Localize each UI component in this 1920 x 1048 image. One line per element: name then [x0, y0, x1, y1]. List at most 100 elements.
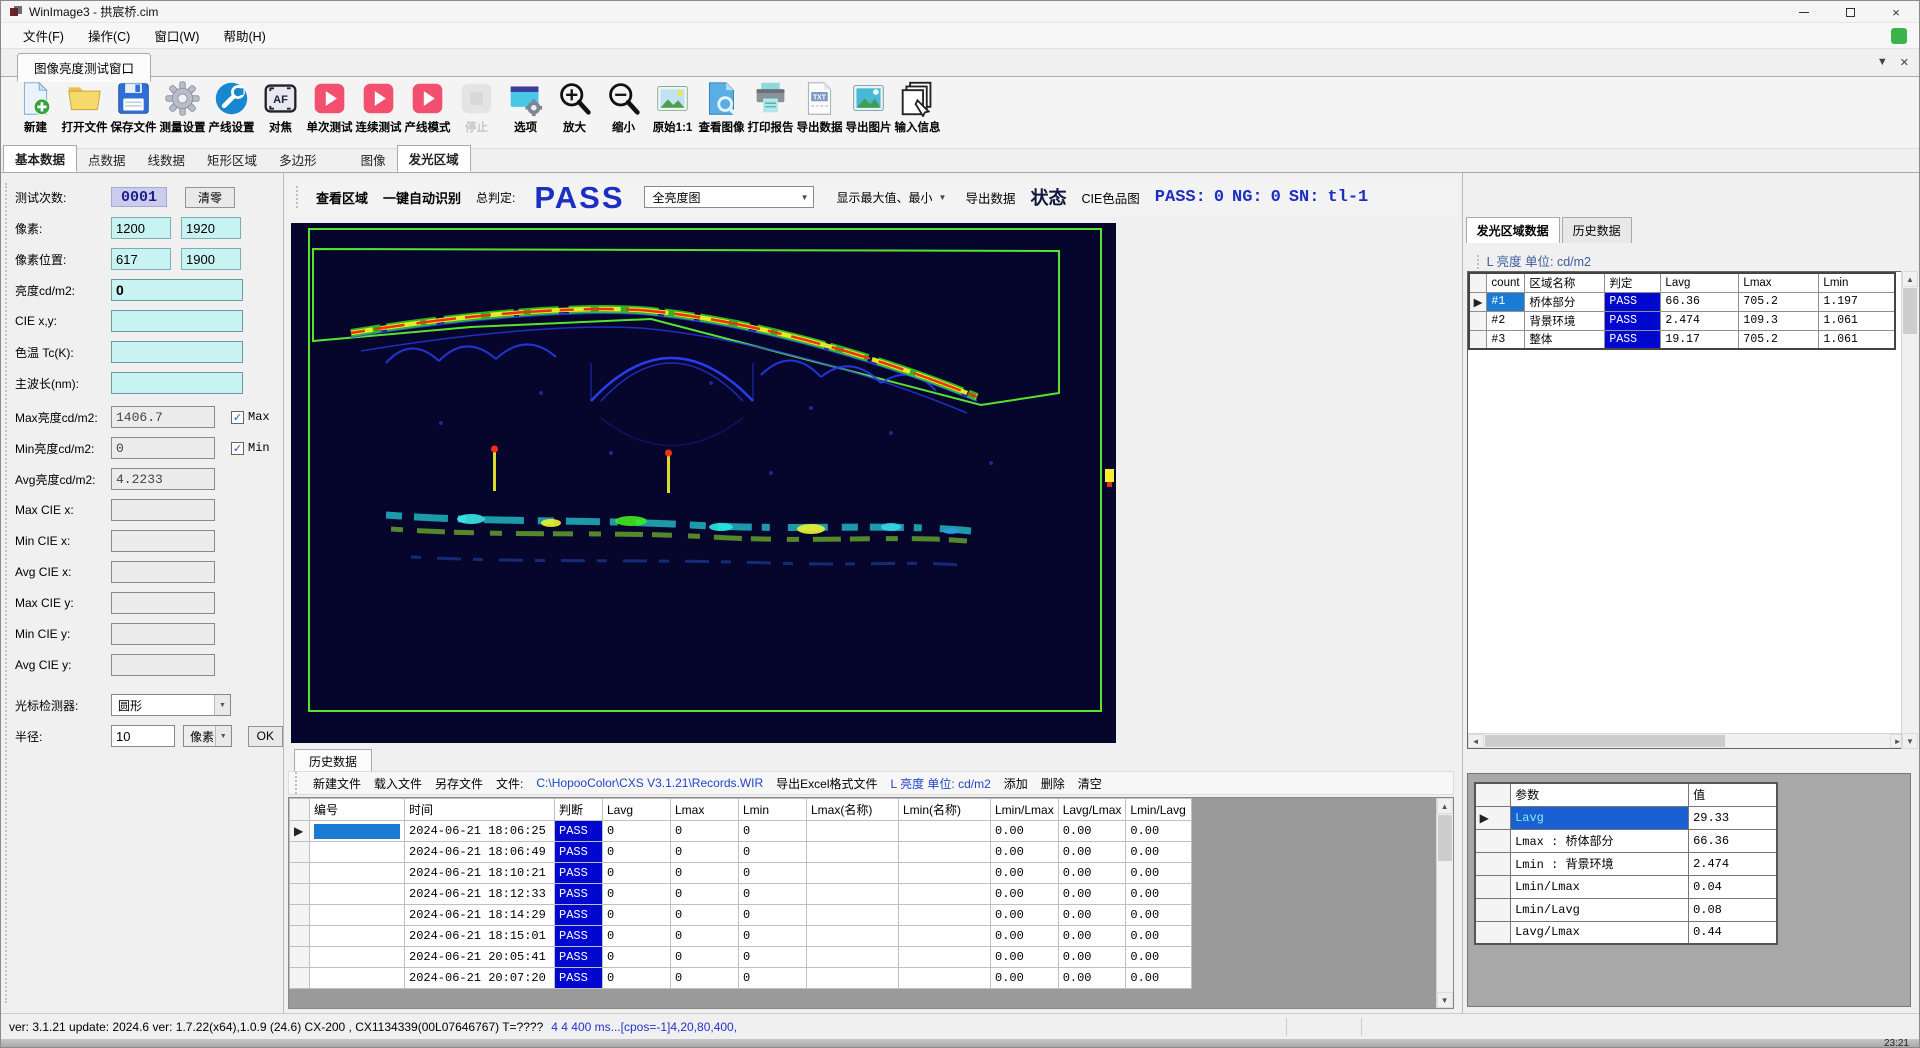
- minimize-button[interactable]: [1781, 1, 1827, 23]
- scroll-down-icon[interactable]: ▼: [1437, 992, 1453, 1008]
- scroll-up-icon[interactable]: ▲: [1437, 798, 1453, 814]
- parameter-table-row[interactable]: Lmin/Lmax0.04: [1475, 875, 1777, 898]
- toolbar-grip[interactable]: [295, 772, 298, 794]
- subtab-image[interactable]: 图像: [350, 147, 397, 172]
- menu-help[interactable]: 帮助(H): [211, 22, 277, 49]
- luminance-image-canvas[interactable]: [291, 223, 1116, 743]
- pair-input[interactable]: [111, 248, 171, 270]
- load-file-button[interactable]: 载入文件: [374, 775, 422, 792]
- status-button[interactable]: 状态: [1030, 184, 1066, 210]
- history-table-row[interactable]: 2024-06-21 18:10:21PASS0000.000.000.00: [290, 863, 1192, 884]
- radius-input[interactable]: [111, 725, 175, 747]
- scroll-up-icon[interactable]: ▲: [1902, 271, 1918, 287]
- cyan-input[interactable]: [111, 279, 243, 301]
- tool-options[interactable]: 选项: [501, 77, 550, 148]
- history-table-row[interactable]: 2024-06-21 18:15:01PASS0000.000.000.00: [290, 926, 1192, 947]
- tool-autofocus[interactable]: AF对焦: [256, 77, 305, 148]
- subtab-point-data[interactable]: 点数据: [77, 147, 137, 172]
- tool-wrench-circle[interactable]: 产线设置: [207, 77, 256, 148]
- gray-readout[interactable]: [111, 561, 215, 583]
- tab-list-dropdown-icon[interactable]: ▼: [1877, 56, 1888, 69]
- parameter-table-row[interactable]: Lmax : 桥体部分66.36: [1475, 829, 1777, 852]
- tool-view-image[interactable]: 查看图像: [697, 77, 746, 148]
- region-table-row[interactable]: #3整体PASS19.17705.21.061: [1469, 330, 1895, 349]
- tool-play-continuous[interactable]: 连续测试: [354, 77, 403, 148]
- tool-zoom-out[interactable]: 缩小: [599, 77, 648, 148]
- scroll-left-icon[interactable]: ◄: [1468, 734, 1484, 748]
- view-region-button[interactable]: 查看区域: [316, 188, 368, 207]
- display-mode-select[interactable]: 显示最大值、最小 ▼: [829, 186, 951, 208]
- gray-readout[interactable]: [111, 530, 215, 552]
- export-data-button[interactable]: 导出数据: [965, 188, 1015, 207]
- cursor-detector-select[interactable]: 圆形▼: [111, 694, 231, 716]
- gray-readout[interactable]: [111, 592, 215, 614]
- history-table-row[interactable]: 2024-06-21 20:05:41PASS0000.000.000.00: [290, 947, 1192, 968]
- subtab-basic-data[interactable]: 基本数据: [3, 145, 77, 172]
- checkbox-min[interactable]: ✓: [231, 441, 244, 455]
- cyan-input[interactable]: [111, 341, 243, 363]
- gray-readout[interactable]: [111, 654, 215, 676]
- tool-input-info[interactable]: 输入信息: [893, 77, 942, 148]
- parameter-table-row[interactable]: Lmin : 背景环境2.474: [1475, 852, 1777, 875]
- tool-measure-gear[interactable]: 测量设置: [158, 77, 207, 148]
- new-file-button[interactable]: 新建文件: [313, 775, 361, 792]
- gray-readout[interactable]: [111, 437, 215, 459]
- scrollbar-thumb[interactable]: [1903, 288, 1917, 334]
- tab-history-data-right[interactable]: 历史数据: [1562, 217, 1632, 243]
- tool-open-folder[interactable]: 打开文件: [60, 77, 109, 148]
- subtab-polygon[interactable]: 多边形: [268, 147, 328, 172]
- auto-detect-button[interactable]: 一键自动识别: [383, 188, 461, 207]
- pair-input[interactable]: [181, 248, 241, 270]
- menu-file[interactable]: 文件(F): [11, 22, 76, 49]
- scroll-down-icon[interactable]: ▼: [1902, 733, 1918, 749]
- history-table-row[interactable]: 2024-06-21 18:14:29PASS0000.000.000.00: [290, 905, 1192, 926]
- tool-play-line[interactable]: 产线模式: [403, 77, 452, 148]
- scrollbar-thumb[interactable]: [1438, 815, 1452, 861]
- tool-play-single[interactable]: 单次测试: [305, 77, 354, 148]
- gray-readout[interactable]: [111, 623, 215, 645]
- tool-export-image[interactable]: 导出图片: [844, 77, 893, 148]
- toolbar-grip[interactable]: [296, 186, 299, 208]
- parameter-table-row[interactable]: Lavg/Lmax0.44: [1475, 921, 1777, 944]
- menu-window[interactable]: 窗口(W): [142, 22, 211, 49]
- tool-image-original[interactable]: 原始1:1: [648, 77, 697, 148]
- region-table-row[interactable]: ▶#1桥体部分PASS66.36705.21.197: [1469, 292, 1895, 311]
- ok-button[interactable]: OK: [248, 726, 283, 747]
- tab-image-brightness-test[interactable]: 图像亮度测试窗口: [17, 53, 151, 82]
- brightness-map-select[interactable]: 全亮度图 ▼: [644, 186, 814, 208]
- tool-zoom-in[interactable]: 放大: [550, 77, 599, 148]
- cyan-input[interactable]: [111, 310, 243, 332]
- delete-button[interactable]: 删除: [1041, 775, 1065, 792]
- subtab-line-data[interactable]: 线数据: [137, 147, 197, 172]
- parameter-table-row[interactable]: ▶Lavg29.33: [1475, 806, 1777, 829]
- menu-operate[interactable]: 操作(C): [76, 22, 142, 49]
- clear-count-button[interactable]: 清零: [185, 187, 235, 208]
- cyan-input[interactable]: [111, 372, 243, 394]
- tool-new-file[interactable]: 新建: [11, 77, 60, 148]
- export-excel-button[interactable]: 导出Excel格式文件: [776, 775, 877, 792]
- save-as-button[interactable]: 另存文件: [435, 775, 483, 792]
- tab-close-icon[interactable]: ✕: [1900, 56, 1909, 69]
- tool-printer[interactable]: 打印报告: [746, 77, 795, 148]
- tab-history-data[interactable]: 历史数据: [294, 749, 372, 773]
- history-vertical-scrollbar[interactable]: ▲ ▼: [1436, 798, 1453, 1008]
- checkbox-max[interactable]: ✓: [231, 410, 244, 424]
- parameter-table-row[interactable]: Lmin/Lavg0.08: [1475, 898, 1777, 921]
- gray-readout[interactable]: [111, 406, 215, 428]
- cie-chart-button[interactable]: CIE色品图: [1081, 188, 1139, 207]
- history-table-row[interactable]: 2024-06-21 20:07:20PASS0000.000.000.00: [290, 968, 1192, 989]
- history-table-row[interactable]: 2024-06-21 18:06:49PASS0000.000.000.00: [290, 842, 1192, 863]
- tool-export-txt[interactable]: TXT导出数据: [795, 77, 844, 148]
- region-horizontal-scrollbar[interactable]: ◄ ►: [1468, 733, 1906, 748]
- gray-readout[interactable]: [111, 468, 215, 490]
- history-table-row[interactable]: 2024-06-21 18:12:33PASS0000.000.000.00: [290, 884, 1192, 905]
- pair-input[interactable]: [111, 217, 171, 239]
- maximize-button[interactable]: [1827, 1, 1873, 23]
- gray-readout[interactable]: [111, 499, 215, 521]
- subtab-luminous-region[interactable]: 发光区域: [397, 145, 471, 172]
- tool-save-disk[interactable]: 保存文件: [109, 77, 158, 148]
- tab-luminous-region-data[interactable]: 发光区域数据: [1466, 217, 1560, 243]
- close-button[interactable]: ×: [1873, 1, 1919, 23]
- clear-button[interactable]: 清空: [1078, 775, 1102, 792]
- unit-select[interactable]: 像素▼: [183, 725, 232, 747]
